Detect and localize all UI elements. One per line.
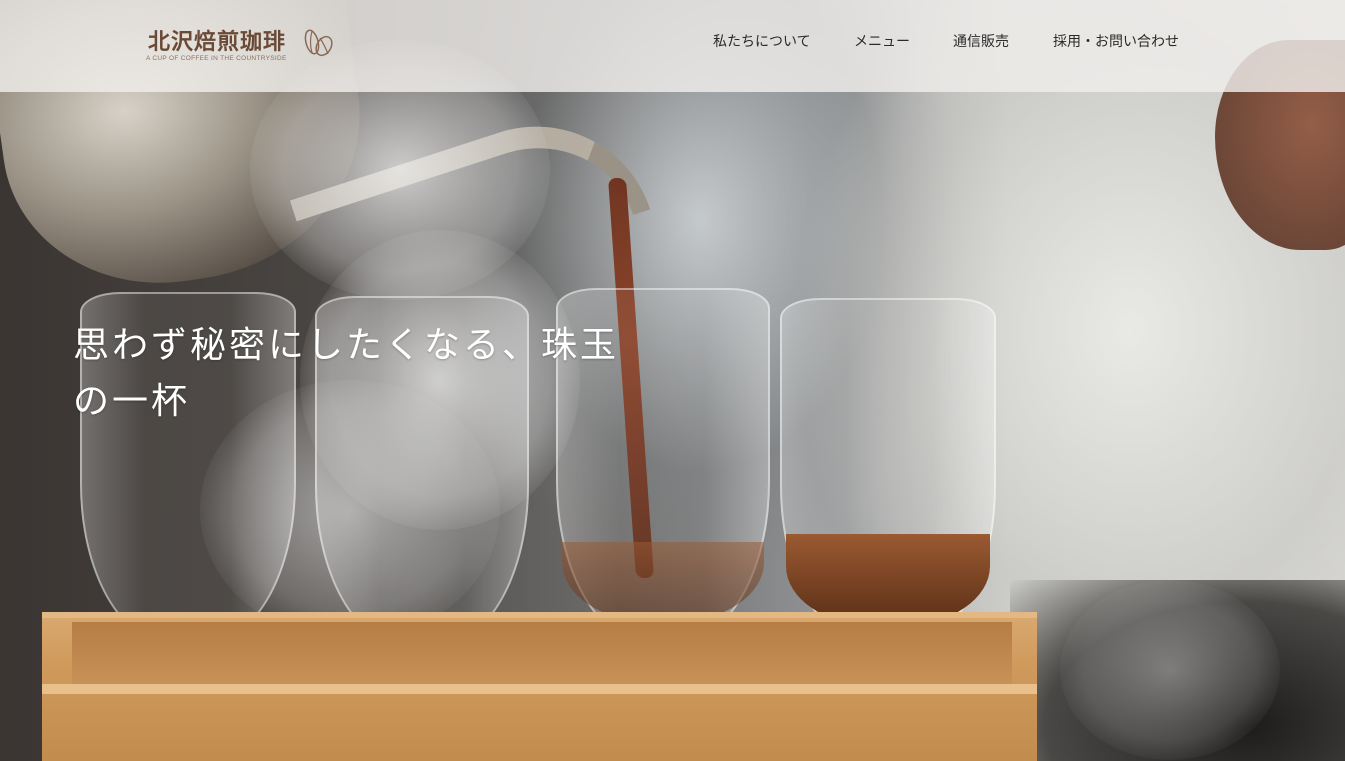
nav-online-shop[interactable]: 通信販売	[953, 31, 1009, 51]
wooden-tray-inner	[72, 622, 1012, 688]
tasting-glass-4	[780, 298, 996, 646]
hero-title: 思わず秘密にしたくなる、珠玉の一杯	[73, 325, 620, 422]
coffee-in-glass	[562, 542, 764, 622]
site-header: 北沢焙煎珈琲 A CUP OF COFFEE IN THE COUNTRYSID…	[0, 0, 1345, 92]
nav-recruit-contact[interactable]: 採用・お問い合わせ	[1053, 31, 1179, 51]
site-logo[interactable]: 北沢焙煎珈琲 A CUP OF COFFEE IN THE COUNTRYSID…	[146, 24, 346, 68]
hero-section: 思わず秘密にしたくなる、珠玉の一杯	[0, 0, 1345, 761]
nav-menu[interactable]: メニュー	[854, 31, 910, 51]
wooden-tray-edge	[42, 684, 1037, 694]
coffee-bean-icon	[300, 26, 334, 60]
logo-tagline: A CUP OF COFFEE IN THE COUNTRYSIDE	[146, 55, 287, 62]
logo-name: 北沢焙煎珈琲	[148, 29, 287, 55]
nav-about[interactable]: 私たちについて	[713, 31, 811, 51]
steam-cloud	[1060, 580, 1280, 760]
